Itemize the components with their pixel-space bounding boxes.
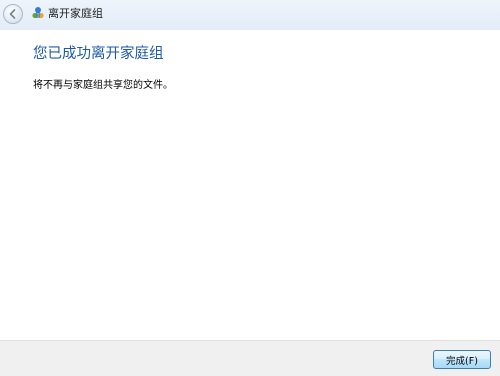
dialog-window: 离开家庭组 您已成功离开家庭组 将不再与家庭组共享您的文件。 完成(F): [0, 0, 500, 376]
homegroup-icon: [32, 7, 44, 19]
back-button[interactable]: [3, 4, 23, 24]
status-message: 将不再与家庭组共享您的文件。: [33, 80, 173, 91]
back-arrow-icon: [9, 9, 16, 19]
finish-button[interactable]: 完成(F): [433, 350, 491, 369]
window-title: 离开家庭组: [48, 7, 103, 20]
page-heading: 您已成功离开家庭组: [33, 46, 164, 62]
button-bar: 完成(F): [0, 340, 500, 376]
title-bar: 离开家庭组: [0, 0, 500, 30]
